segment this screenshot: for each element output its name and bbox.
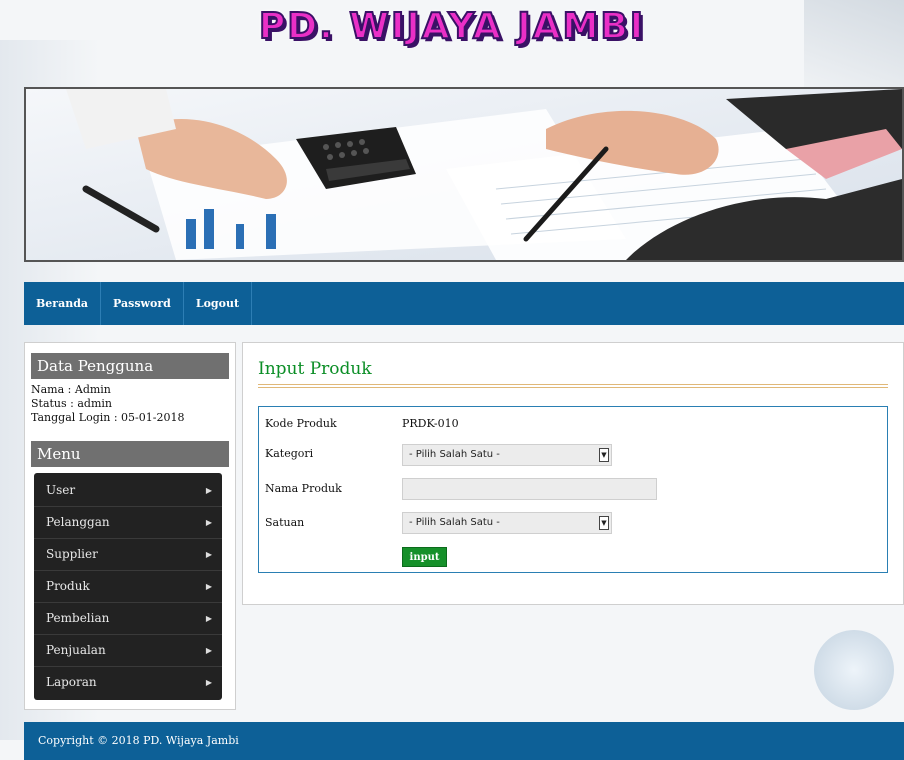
site-logo: PD. WIJAYA JAMBI (258, 5, 646, 48)
nav-password[interactable]: Password (101, 282, 184, 325)
chevron-right-icon: ▶ (205, 486, 212, 495)
menu-item-pembelian[interactable]: Pembelian ▶ (34, 603, 222, 635)
chevron-right-icon: ▶ (205, 518, 212, 527)
nav-logout[interactable]: Logout (184, 282, 253, 325)
menu-item-user[interactable]: User ▶ (34, 475, 222, 507)
page-title: Input Produk (258, 359, 372, 379)
user-data-heading: Data Pengguna (31, 353, 229, 379)
input-product-form: Kode Produk PRDK-010 Kategori - Pilih Sa… (258, 406, 888, 573)
kategori-select[interactable]: - Pilih Salah Satu - ▼ (402, 444, 612, 466)
satuan-select[interactable]: - Pilih Salah Satu - ▼ (402, 512, 612, 534)
menu-item-label: Pembelian (46, 611, 110, 625)
menu-item-label: Laporan (46, 675, 97, 689)
chevron-right-icon: ▶ (205, 678, 212, 687)
menu-item-laporan[interactable]: Laporan ▶ (34, 667, 222, 698)
chevron-right-icon: ▶ (205, 614, 212, 623)
header-banner-image (24, 87, 904, 262)
menu-item-pelanggan[interactable]: Pelanggan ▶ (34, 507, 222, 539)
user-login-date: Tanggal Login : 05-01-2018 (31, 411, 185, 424)
satuan-label: Satuan (265, 516, 305, 529)
kategori-selected: - Pilih Salah Satu - (409, 449, 500, 460)
input-submit-button[interactable]: input (402, 547, 447, 567)
menu-item-produk[interactable]: Produk ▶ (34, 571, 222, 603)
kode-produk-value: PRDK-010 (402, 417, 459, 430)
chevron-right-icon: ▶ (205, 582, 212, 591)
kategori-label: Kategori (265, 447, 314, 460)
main-content: Input Produk Kode Produk PRDK-010 Katego… (242, 342, 904, 605)
chevron-right-icon: ▶ (205, 646, 212, 655)
menu-item-label: User (46, 483, 76, 497)
user-name: Nama : Admin (31, 383, 111, 396)
nama-produk-input[interactable] (402, 478, 657, 500)
sidebar-menu: User ▶ Pelanggan ▶ Supplier ▶ Produk ▶ Pembe… (34, 473, 222, 700)
nama-produk-label: Nama Produk (265, 482, 342, 495)
footer: Copyright © 2018 PD. Wijaya Jambi (24, 722, 904, 760)
chevron-right-icon: ▶ (205, 550, 212, 559)
menu-item-supplier[interactable]: Supplier ▶ (34, 539, 222, 571)
menu-item-label: Pelanggan (46, 515, 110, 529)
menu-item-penjualan[interactable]: Penjualan ▶ (34, 635, 222, 667)
chevron-down-icon: ▼ (599, 516, 609, 530)
title-divider (258, 384, 888, 388)
menu-item-label: Penjualan (46, 643, 106, 657)
satuan-selected: - Pilih Salah Satu - (409, 517, 500, 528)
user-status: Status : admin (31, 397, 112, 410)
sidebar: Data Pengguna Nama : Admin Status : admi… (24, 342, 236, 710)
main-navigation: Beranda Password Logout (24, 282, 904, 325)
menu-item-label: Supplier (46, 547, 98, 561)
user-info: Nama : Admin Status : admin Tanggal Logi… (25, 383, 235, 425)
menu-item-label: Produk (46, 579, 90, 593)
kode-produk-label: Kode Produk (265, 417, 337, 430)
menu-heading: Menu (31, 441, 229, 467)
background-globe (814, 630, 894, 710)
nav-beranda[interactable]: Beranda (24, 282, 102, 325)
chevron-down-icon: ▼ (599, 448, 609, 462)
